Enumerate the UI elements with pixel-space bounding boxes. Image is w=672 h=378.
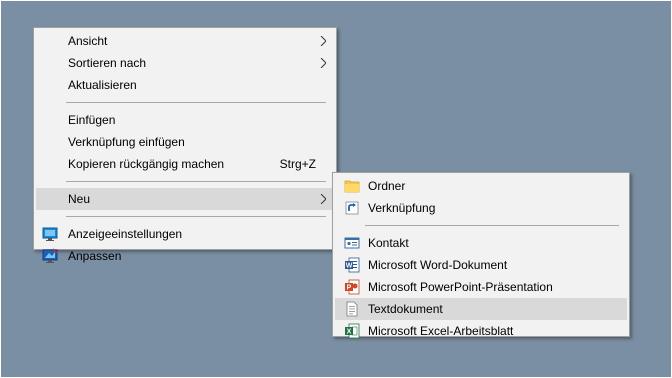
submenu-item-verknuepfung[interactable]: Verknüpfung bbox=[335, 197, 627, 219]
menu-item-ansicht[interactable]: Ansicht bbox=[36, 30, 334, 52]
menu-separator bbox=[66, 216, 326, 217]
chevron-right-icon bbox=[320, 36, 326, 46]
menu-item-label: Sortieren nach bbox=[68, 56, 147, 70]
powerpoint-icon: P bbox=[345, 279, 360, 295]
text-document-icon bbox=[346, 301, 358, 317]
menu-item-label: Ansicht bbox=[68, 34, 108, 48]
submenu-item-label: Kontakt bbox=[368, 236, 409, 250]
menu-separator bbox=[66, 181, 326, 182]
folder-icon bbox=[344, 180, 360, 193]
excel-icon: X bbox=[345, 323, 360, 339]
submenu-item-word-dokument[interactable]: W Microsoft Word-Dokument bbox=[335, 254, 627, 276]
menu-item-label: Neu bbox=[68, 192, 91, 206]
menu-item-neu[interactable]: Neu bbox=[36, 188, 334, 210]
menu-item-aktualisieren[interactable]: Aktualisieren bbox=[36, 74, 334, 96]
submenu-item-label: Textdokument bbox=[368, 302, 443, 316]
svg-text:P: P bbox=[347, 285, 352, 292]
svg-text:X: X bbox=[347, 329, 352, 336]
menu-item-label: Aktualisieren bbox=[68, 78, 137, 92]
chevron-right-icon bbox=[320, 194, 326, 204]
menu-item-anpassen[interactable]: Anpassen bbox=[36, 245, 334, 267]
menu-item-anzeigeeinstellungen[interactable]: Anzeigeeinstellungen bbox=[36, 223, 334, 245]
menu-item-label: Anzeigeeinstellungen bbox=[68, 227, 183, 241]
chevron-right-icon bbox=[320, 58, 326, 68]
menu-item-sortieren-nach[interactable]: Sortieren nach bbox=[36, 52, 334, 74]
submenu-item-label: Ordner bbox=[368, 179, 406, 193]
submenu-item-powerpoint[interactable]: P Microsoft PowerPoint-Präsentation bbox=[335, 276, 627, 298]
shortcut-icon bbox=[345, 201, 359, 215]
personalize-icon bbox=[42, 248, 58, 263]
contact-card-icon bbox=[344, 237, 360, 249]
submenu-item-excel[interactable]: X Microsoft Excel-Arbeitsblatt bbox=[335, 320, 627, 342]
submenu-item-label: Microsoft Word-Dokument bbox=[368, 258, 508, 272]
desktop-context-menu: Ansicht Sortieren nach Aktualisieren Ein… bbox=[33, 27, 337, 263]
menu-item-label: Einfügen bbox=[68, 113, 116, 127]
word-document-icon: W bbox=[345, 257, 360, 273]
menu-item-label: Kopieren rückgängig machen bbox=[68, 157, 225, 171]
submenu-item-kontakt[interactable]: Kontakt bbox=[335, 232, 627, 254]
menu-item-kopieren-rueckgaengig[interactable]: Kopieren rückgängig machen Strg+Z bbox=[36, 153, 334, 175]
menu-item-einfuegen[interactable]: Einfügen bbox=[36, 109, 334, 131]
submenu-item-label: Microsoft Excel-Arbeitsblatt bbox=[368, 324, 514, 338]
display-settings-icon bbox=[42, 227, 58, 241]
submenu-item-label: Microsoft PowerPoint-Präsentation bbox=[368, 280, 553, 294]
menu-item-label: Verknüpfung einfügen bbox=[68, 135, 185, 149]
menu-separator bbox=[365, 225, 619, 226]
menu-separator bbox=[66, 102, 326, 103]
svg-text:W: W bbox=[346, 263, 353, 270]
submenu-item-ordner[interactable]: Ordner bbox=[335, 175, 627, 197]
shortcut-hint: Strg+Z bbox=[279, 157, 316, 171]
menu-item-label: Anpassen bbox=[68, 249, 122, 263]
new-submenu: Ordner Verknüpfung Kontakt W Microsoft W bbox=[332, 172, 630, 339]
submenu-item-textdokument[interactable]: Textdokument bbox=[335, 298, 627, 320]
menu-item-verknuepfung-einfuegen[interactable]: Verknüpfung einfügen bbox=[36, 131, 334, 153]
submenu-item-label: Verknüpfung bbox=[368, 201, 436, 215]
